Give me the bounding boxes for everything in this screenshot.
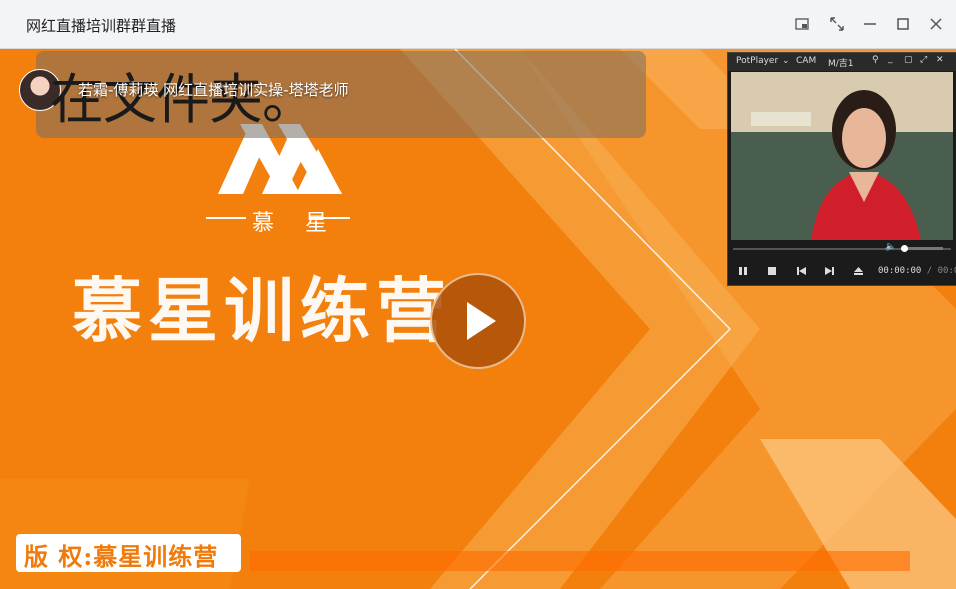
tab-cam[interactable]: CAM: [796, 56, 816, 66]
minimize-icon[interactable]: [858, 12, 882, 36]
maximize-icon[interactable]: [891, 12, 915, 36]
tab-m4[interactable]: M/吉1: [828, 56, 854, 69]
pin-icon[interactable]: ⚲: [872, 55, 879, 65]
logo-line-right: [310, 217, 350, 219]
play-icon: [467, 302, 496, 340]
close-icon[interactable]: [924, 12, 948, 36]
fullscreen-icon[interactable]: [825, 12, 849, 36]
pause-icon[interactable]: [736, 264, 750, 278]
main-title: 慕星训练营: [72, 270, 452, 352]
next-icon[interactable]: [822, 264, 836, 278]
play-button[interactable]: [430, 273, 526, 369]
chevron-down-icon[interactable]: ⌄: [782, 56, 790, 66]
potplayer-app-name[interactable]: PotPlayer: [736, 56, 778, 66]
live-caption: 若霜-傅莉瑛 网红直播培训实操-塔塔老师: [78, 81, 349, 99]
webcam-video[interactable]: [731, 72, 953, 240]
copyright-text: 版 权:慕星训练营: [24, 542, 219, 571]
stop-icon[interactable]: [765, 264, 779, 278]
bottom-stripe: [250, 551, 910, 571]
previous-icon[interactable]: [794, 264, 808, 278]
player-controls: 00:00:00 / 00:00:00: [728, 258, 956, 284]
volume-icon[interactable]: 🔈: [885, 242, 896, 252]
copyright-badge: 版 权:慕星训练营: [16, 534, 241, 572]
potplayer-titlebar: PotPlayer ⌄ CAM M/吉1 ⚲ _ ▢ ⤢ ✕: [728, 53, 956, 71]
pp-maximize-icon[interactable]: ▢: [904, 55, 913, 65]
window-title: 网红直播培训群群直播: [26, 17, 177, 35]
pp-minimize-icon[interactable]: _: [888, 54, 893, 64]
seek-bar[interactable]: 🔈: [731, 242, 953, 256]
time-separator: /: [926, 266, 933, 276]
time-total: 00:00:00: [937, 266, 956, 276]
title-bar: 网红直播培训群群直播: [0, 0, 956, 49]
eject-icon[interactable]: [851, 264, 865, 278]
pip-icon[interactable]: [790, 12, 814, 36]
pp-fullscreen-icon[interactable]: ⤢: [920, 55, 927, 65]
logo-subtitle: 慕 星: [252, 211, 339, 236]
playback-time: 00:00:00 / 00:00:00: [878, 266, 956, 276]
time-current: 00:00:00: [878, 266, 922, 276]
potplayer-window[interactable]: PotPlayer ⌄ CAM M/吉1 ⚲ _ ▢ ⤢ ✕ 🔈 00:00:0…: [727, 52, 956, 286]
volume-slider[interactable]: [901, 245, 943, 252]
pp-close-icon[interactable]: ✕: [936, 55, 944, 65]
logo-line-left: [206, 217, 246, 219]
